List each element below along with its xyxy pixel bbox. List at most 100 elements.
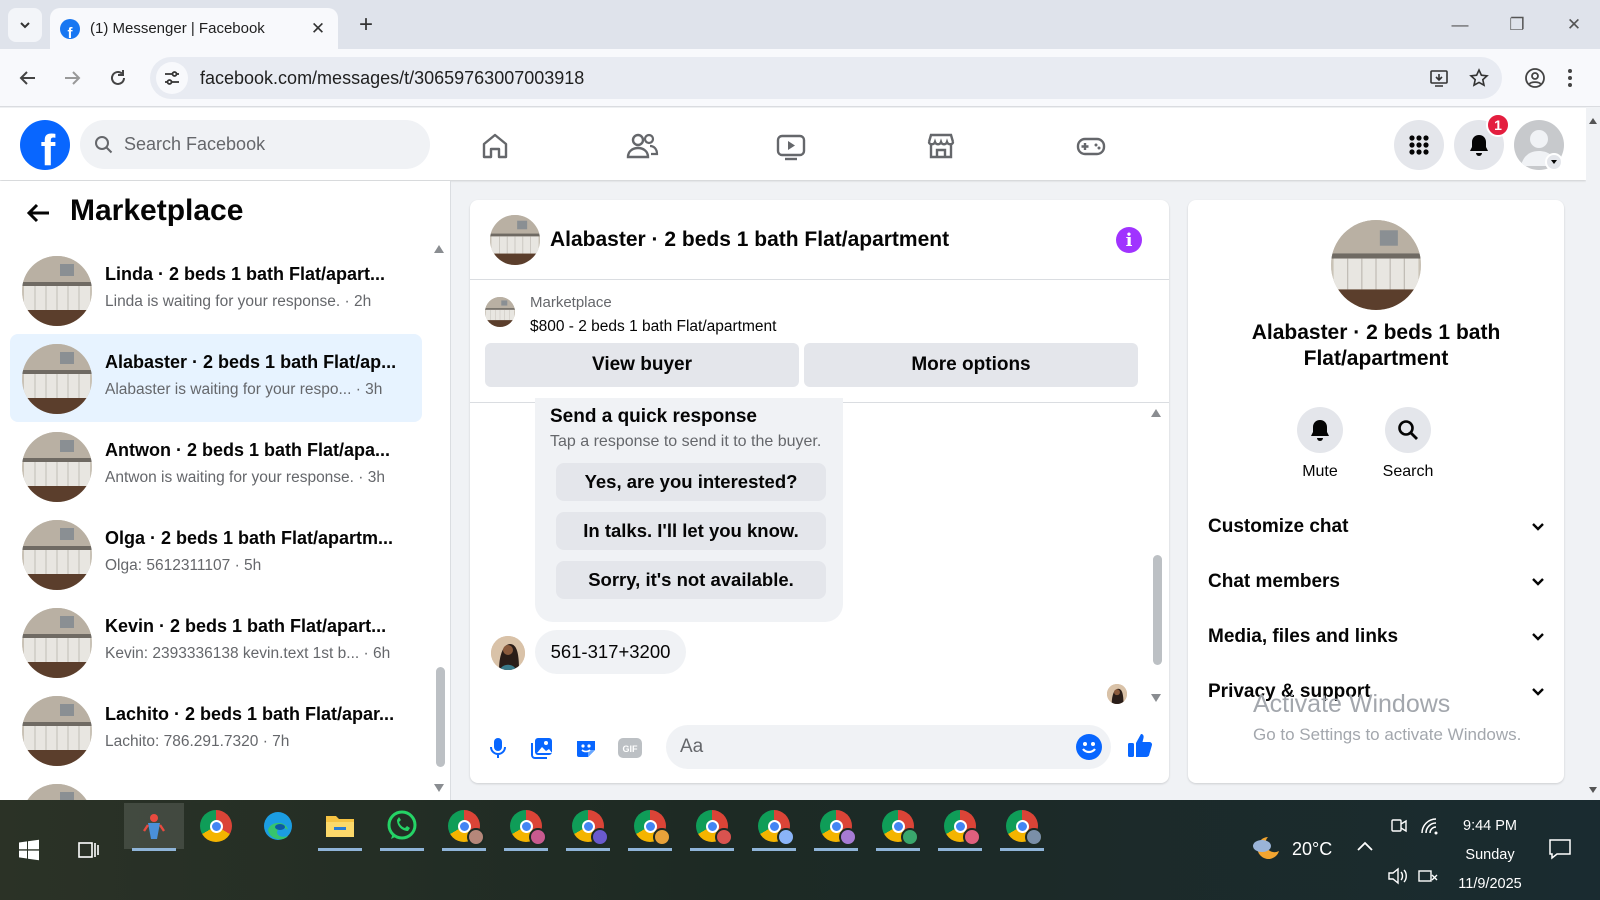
message-bubble[interactable]: 561-317+3200 <box>535 630 686 674</box>
message-input[interactable]: Aa <box>666 725 1111 769</box>
reload-button[interactable] <box>102 62 134 94</box>
emoji-icon[interactable] <box>1075 733 1103 761</box>
listing-price[interactable]: $800 - 2 beds 1 bath Flat/apartment <box>530 318 776 336</box>
chat-members-row[interactable]: Chat members <box>1208 562 1546 602</box>
wifi-icon[interactable] <box>1420 817 1440 835</box>
conversation-row[interactable]: Lachito · 2 beds 1 bath Flat/apar... Lach… <box>10 686 422 774</box>
view-buyer-button[interactable]: View buyer <box>485 343 799 387</box>
arrow-left-icon <box>26 203 49 223</box>
taskbar-chrome-profile[interactable] <box>806 803 866 851</box>
back-button[interactable] <box>12 62 44 94</box>
taskbar-clock[interactable]: 9:44 PM Sunday 11/9/2025 <box>1440 812 1540 899</box>
install-app-icon[interactable] <box>1422 61 1456 95</box>
taskbar-app-pinned[interactable] <box>124 803 184 851</box>
media-files-links-row[interactable]: Media, files and links <box>1208 617 1546 657</box>
browser-tab[interactable]: f (1) Messenger | Facebook ✕ <box>50 8 338 49</box>
conversation-snippet: Linda is waiting for your response. · 2h <box>105 293 372 310</box>
no-internet-icon[interactable] <box>1417 867 1439 885</box>
chevron-up-icon <box>1357 841 1373 851</box>
taskbar-chrome-profile[interactable] <box>496 803 556 851</box>
conversation-row[interactable]: Alabaster · 2 beds 1 bath Flat/ap... Alab… <box>10 334 422 422</box>
taskbar-file-explorer[interactable] <box>310 803 370 851</box>
conversation-row[interactable]: Antwon · 2 beds 1 bath Flat/apa... Antwon… <box>10 422 422 510</box>
chrome-profile-icon <box>572 810 609 846</box>
taskbar-chrome-profile[interactable] <box>682 803 742 851</box>
scroll-down-arrow-icon[interactable] <box>433 783 445 793</box>
voice-clip-button[interactable] <box>483 733 513 763</box>
site-settings-icon[interactable] <box>156 62 188 94</box>
scroll-up-arrow-icon[interactable] <box>1150 408 1162 418</box>
gif-button[interactable]: GIF <box>615 733 645 763</box>
customize-chat-row[interactable]: Customize chat <box>1208 507 1546 547</box>
scroll-up-arrow-icon[interactable] <box>433 244 445 254</box>
quick-reply-button[interactable]: In talks. I'll let you know. <box>556 512 826 550</box>
menu-button[interactable] <box>1394 120 1444 170</box>
taskbar-chrome-profile[interactable] <box>620 803 680 851</box>
search-icon <box>1385 407 1431 453</box>
minimize-button[interactable]: — <box>1443 12 1477 38</box>
chat-scrollbar-thumb[interactable] <box>1153 555 1162 665</box>
left-scrollbar-thumb[interactable] <box>436 667 445 767</box>
tab-search-button[interactable] <box>8 8 42 42</box>
taskbar-chrome-profile[interactable] <box>558 803 618 851</box>
facebook-search-input[interactable]: Search Facebook <box>80 120 430 169</box>
attach-photo-button[interactable] <box>527 733 557 763</box>
task-view-button[interactable] <box>60 827 118 873</box>
taskbar-whatsapp[interactable] <box>372 803 432 851</box>
quick-reply-button[interactable]: Sorry, it's not available. <box>556 561 826 599</box>
listing-thumbnail[interactable] <box>490 215 540 265</box>
forward-button[interactable] <box>56 62 88 94</box>
tab-close-icon[interactable]: ✕ <box>308 19 328 39</box>
meet-now-icon[interactable] <box>1390 817 1408 835</box>
bookmark-star-icon[interactable] <box>1462 61 1496 95</box>
volume-icon[interactable] <box>1387 867 1409 885</box>
page-scrollbar[interactable] <box>1586 108 1600 800</box>
nav-friends[interactable] <box>612 126 672 166</box>
account-menu-caret[interactable] <box>1545 153 1563 171</box>
chevron-down-icon <box>1551 160 1557 164</box>
info-icon[interactable]: i <box>1116 227 1142 253</box>
action-center-button[interactable] <box>1548 838 1572 860</box>
nav-gaming[interactable] <box>1061 126 1121 166</box>
taskbar-chrome-profile[interactable] <box>868 803 928 851</box>
chrome-profile-icon <box>634 810 671 846</box>
more-options-button[interactable]: More options <box>804 343 1138 387</box>
restore-button[interactable]: ❐ <box>1500 12 1534 38</box>
weather-widget[interactable]: 20°C <box>1250 834 1332 864</box>
scroll-down-arrow-icon[interactable] <box>1586 785 1600 795</box>
taskbar-edge[interactable] <box>248 803 308 849</box>
taskbar-chrome-profile[interactable] <box>930 803 990 851</box>
new-tab-button[interactable]: + <box>350 12 382 40</box>
nav-video[interactable] <box>761 126 821 166</box>
conversation-row[interactable]: Kevin · 2 beds 1 bath Flat/apart... Kevin… <box>10 598 422 686</box>
sender-avatar[interactable] <box>491 636 525 670</box>
search-in-conversation-action[interactable]: Search <box>1368 407 1448 481</box>
nav-home[interactable] <box>465 126 525 166</box>
taskbar-chrome-profile[interactable] <box>744 803 804 851</box>
chat-title[interactable]: Alabaster · 2 beds 1 bath Flat/apartment <box>550 228 949 252</box>
scroll-down-arrow-icon[interactable] <box>1150 693 1162 703</box>
show-hidden-icons-button[interactable] <box>1356 840 1374 852</box>
chat-panel: Alabaster · 2 beds 1 bath Flat/apartment… <box>470 200 1169 783</box>
back-arrow-button[interactable] <box>24 198 54 228</box>
taskbar-chrome[interactable] <box>186 803 246 849</box>
browser-menu-button[interactable] <box>1560 62 1580 94</box>
taskbar-chrome-profile[interactable] <box>992 803 1052 851</box>
like-button[interactable] <box>1125 730 1155 760</box>
sticker-button[interactable] <box>571 733 601 763</box>
mute-action[interactable]: Mute <box>1280 407 1360 481</box>
profile-button[interactable] <box>1519 62 1551 94</box>
address-bar[interactable]: facebook.com/messages/t/3065976300700391… <box>150 57 1502 99</box>
chevron-down-icon <box>1532 523 1544 531</box>
nav-marketplace[interactable] <box>911 126 971 166</box>
conversation-row[interactable]: Olga · 2 beds 1 bath Flat/apartm... Olga:… <box>10 510 422 598</box>
quick-reply-button[interactable]: Yes, are you interested? <box>556 463 826 501</box>
conversation-row[interactable]: Linda · 2 beds 1 bath Flat/apart... Linda… <box>10 246 422 334</box>
scroll-up-arrow-icon[interactable] <box>1586 116 1600 126</box>
start-button[interactable] <box>0 827 58 873</box>
moon-cloud-icon <box>1253 837 1279 859</box>
taskbar-chrome-profile[interactable] <box>434 803 494 851</box>
facebook-logo[interactable]: f <box>20 120 70 170</box>
close-window-button[interactable]: ✕ <box>1557 12 1591 38</box>
conversation-row-partial[interactable] <box>10 774 422 800</box>
